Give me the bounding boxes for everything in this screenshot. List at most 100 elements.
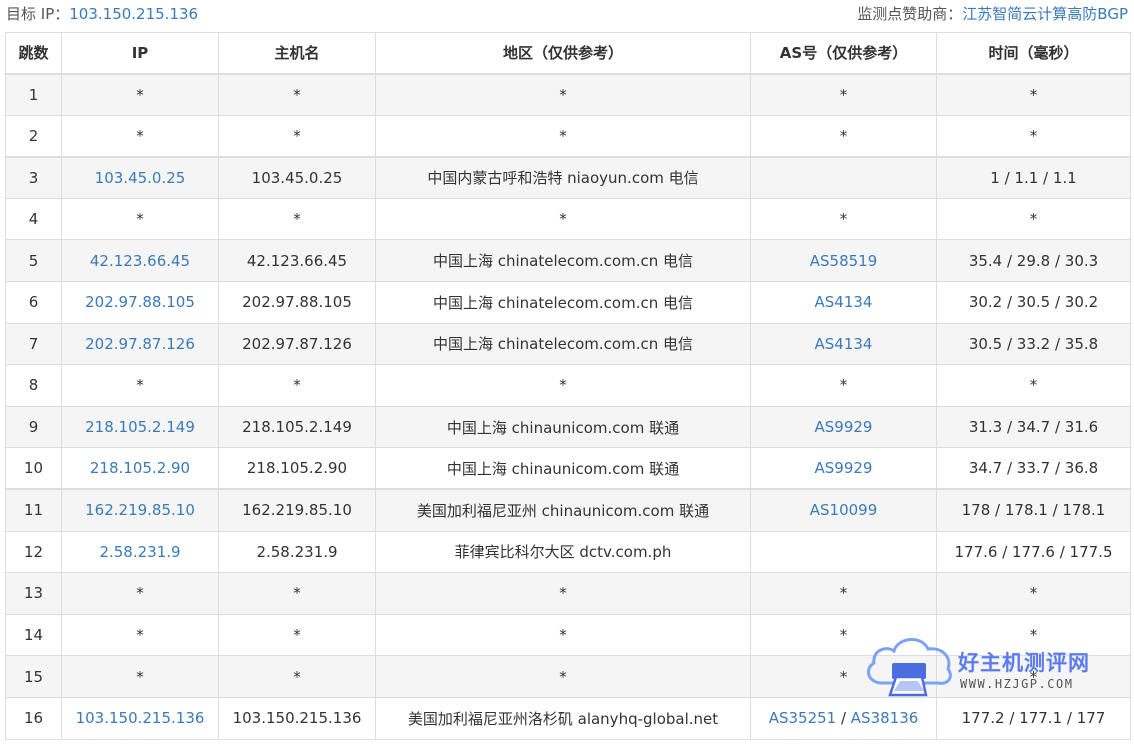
hostname-value: * bbox=[293, 626, 301, 645]
hop-value: 15 bbox=[23, 667, 44, 686]
time-value: 178 / 178.1 / 178.1 bbox=[961, 501, 1106, 520]
as-link[interactable]: AS35251 bbox=[769, 709, 837, 727]
time-cell: 31.3 / 34.7 / 31.6 bbox=[936, 405, 1131, 449]
time-value: * bbox=[1029, 85, 1038, 104]
hostname-value: * bbox=[293, 85, 301, 104]
hostname-cell: * bbox=[218, 572, 376, 615]
hostname-cell: 103.150.215.136 bbox=[218, 696, 376, 740]
table-row: 10 218.105.2.90 218.105.2.90 中国上海 chinaunic… bbox=[5, 447, 1131, 490]
as-link[interactable]: AS38136 bbox=[851, 709, 919, 727]
region-cell: * bbox=[375, 613, 751, 657]
ip-cell: * bbox=[61, 572, 219, 615]
time-cell: 30.5 / 33.2 / 35.8 bbox=[936, 322, 1131, 366]
as-cell: AS9929 bbox=[750, 447, 937, 490]
hop-value: 3 bbox=[28, 168, 39, 187]
ip-cell: * bbox=[61, 655, 219, 698]
hop-value: 5 bbox=[28, 251, 39, 270]
time-value: 30.2 / 30.5 / 30.2 bbox=[968, 293, 1099, 312]
region-value: 中国上海 chinatelecom.com.cn 电信 bbox=[432, 252, 694, 271]
region-value: 中国上海 chinaunicom.com 联通 bbox=[446, 418, 680, 437]
as-link: * bbox=[839, 126, 848, 145]
ip-cell: 2.58.231.9 bbox=[61, 530, 219, 574]
time-value: 35.4 / 29.8 / 30.3 bbox=[968, 251, 1099, 270]
region-cell: * bbox=[375, 572, 751, 615]
as-link: * bbox=[839, 667, 848, 686]
as-link[interactable]: AS10099 bbox=[810, 501, 878, 519]
sponsor-link[interactable]: 江苏智简云计算高防BGP bbox=[962, 5, 1128, 23]
ip-cell: 218.105.2.90 bbox=[61, 447, 219, 490]
table-header-row: 跳数 IP 主机名 地区（仅供参考） AS号（仅供参考） 时间（毫秒） bbox=[5, 32, 1131, 75]
hostname-value: 218.105.2.90 bbox=[246, 459, 348, 478]
table-row: 7 202.97.87.126 202.97.87.126 中国上海 chinatel… bbox=[5, 322, 1131, 366]
region-value: 中国上海 chinatelecom.com.cn 电信 bbox=[432, 293, 694, 312]
as-link[interactable]: AS58519 bbox=[810, 252, 878, 270]
as-cell: AS58519 bbox=[750, 239, 937, 282]
region-value: * bbox=[559, 584, 567, 603]
ip-value[interactable]: 42.123.66.45 bbox=[90, 252, 190, 270]
hostname-cell: * bbox=[218, 655, 376, 698]
hop-value: 4 bbox=[28, 210, 39, 229]
as-link[interactable]: AS4134 bbox=[815, 293, 873, 311]
region-cell: 中国上海 chinaunicom.com 联通 bbox=[375, 447, 751, 490]
as-link[interactable]: AS4134 bbox=[815, 335, 873, 353]
hostname-cell: * bbox=[218, 114, 376, 158]
ip-cell: * bbox=[61, 364, 219, 407]
hop-value: 11 bbox=[23, 501, 44, 520]
as-cell: AS9929 bbox=[750, 405, 937, 449]
ip-value[interactable]: 162.219.85.10 bbox=[85, 501, 195, 519]
col-header-as: AS号（仅供参考） bbox=[750, 32, 937, 75]
table-row: 11 162.219.85.10 162.219.85.10 美国加利福尼亚州 chi… bbox=[5, 488, 1131, 532]
as-link: * bbox=[839, 626, 848, 645]
hop-cell: 7 bbox=[5, 322, 62, 366]
ip-value[interactable]: 202.97.88.105 bbox=[85, 293, 195, 311]
region-value: 中国内蒙古呼和浩特 niaoyun.com 电信 bbox=[427, 169, 699, 188]
time-cell: 30.2 / 30.5 / 30.2 bbox=[936, 280, 1131, 324]
ip-cell: 202.97.88.105 bbox=[61, 280, 219, 324]
col-header-region: 地区（仅供参考） bbox=[375, 32, 751, 75]
as-link: * bbox=[839, 584, 848, 603]
ip-value[interactable]: 103.150.215.136 bbox=[76, 709, 205, 727]
hostname-value: * bbox=[293, 210, 301, 229]
time-value: 34.7 / 33.7 / 36.8 bbox=[968, 459, 1099, 478]
hostname-value: * bbox=[293, 126, 301, 145]
hostname-cell: 42.123.66.45 bbox=[218, 239, 376, 282]
hop-value: 12 bbox=[23, 542, 44, 561]
ip-cell: 42.123.66.45 bbox=[61, 239, 219, 282]
as-link[interactable]: AS9929 bbox=[815, 459, 873, 477]
ip-value: * bbox=[136, 126, 144, 145]
region-cell: 美国加利福尼亚州洛杉矶 alanyhq-global.net bbox=[375, 696, 751, 740]
hostname-value: * bbox=[293, 376, 301, 395]
region-cell: * bbox=[375, 197, 751, 241]
hop-value: 6 bbox=[28, 293, 39, 312]
ip-value[interactable]: 103.45.0.25 bbox=[95, 169, 186, 187]
table-row: 1 * * * * * bbox=[5, 73, 1131, 116]
hop-cell: 6 bbox=[5, 280, 62, 324]
as-link: * bbox=[839, 210, 848, 229]
hostname-value: 103.150.215.136 bbox=[232, 709, 362, 728]
time-cell: 178 / 178.1 / 178.1 bbox=[936, 488, 1131, 532]
region-value: 中国上海 chinatelecom.com.cn 电信 bbox=[432, 335, 694, 354]
region-cell: 中国上海 chinaunicom.com 联通 bbox=[375, 405, 751, 449]
time-cell: * bbox=[936, 572, 1131, 615]
region-cell: 中国上海 chinatelecom.com.cn 电信 bbox=[375, 322, 751, 366]
ip-value[interactable]: 218.105.2.149 bbox=[85, 418, 195, 436]
ip-cell: * bbox=[61, 197, 219, 241]
table-row: 9 218.105.2.149 218.105.2.149 中国上海 chinauni… bbox=[5, 405, 1131, 449]
hop-cell: 9 bbox=[5, 405, 62, 449]
time-value: * bbox=[1029, 210, 1038, 229]
hostname-cell: 218.105.2.149 bbox=[218, 405, 376, 449]
ip-value[interactable]: 218.105.2.90 bbox=[90, 459, 190, 477]
hostname-cell: * bbox=[218, 613, 376, 657]
ip-value[interactable]: 2.58.231.9 bbox=[99, 543, 180, 561]
hostname-value: 103.45.0.25 bbox=[251, 168, 343, 187]
hostname-value: 2.58.231.9 bbox=[256, 542, 338, 561]
ip-cell: * bbox=[61, 114, 219, 158]
hostname-value: * bbox=[293, 584, 301, 603]
as-cell bbox=[750, 530, 937, 574]
time-value: * bbox=[1029, 584, 1038, 603]
hostname-cell: 218.105.2.90 bbox=[218, 447, 376, 490]
region-cell: * bbox=[375, 114, 751, 158]
ip-value[interactable]: 202.97.87.126 bbox=[85, 335, 195, 353]
as-link[interactable]: AS9929 bbox=[815, 418, 873, 436]
as-cell: * bbox=[750, 572, 937, 615]
